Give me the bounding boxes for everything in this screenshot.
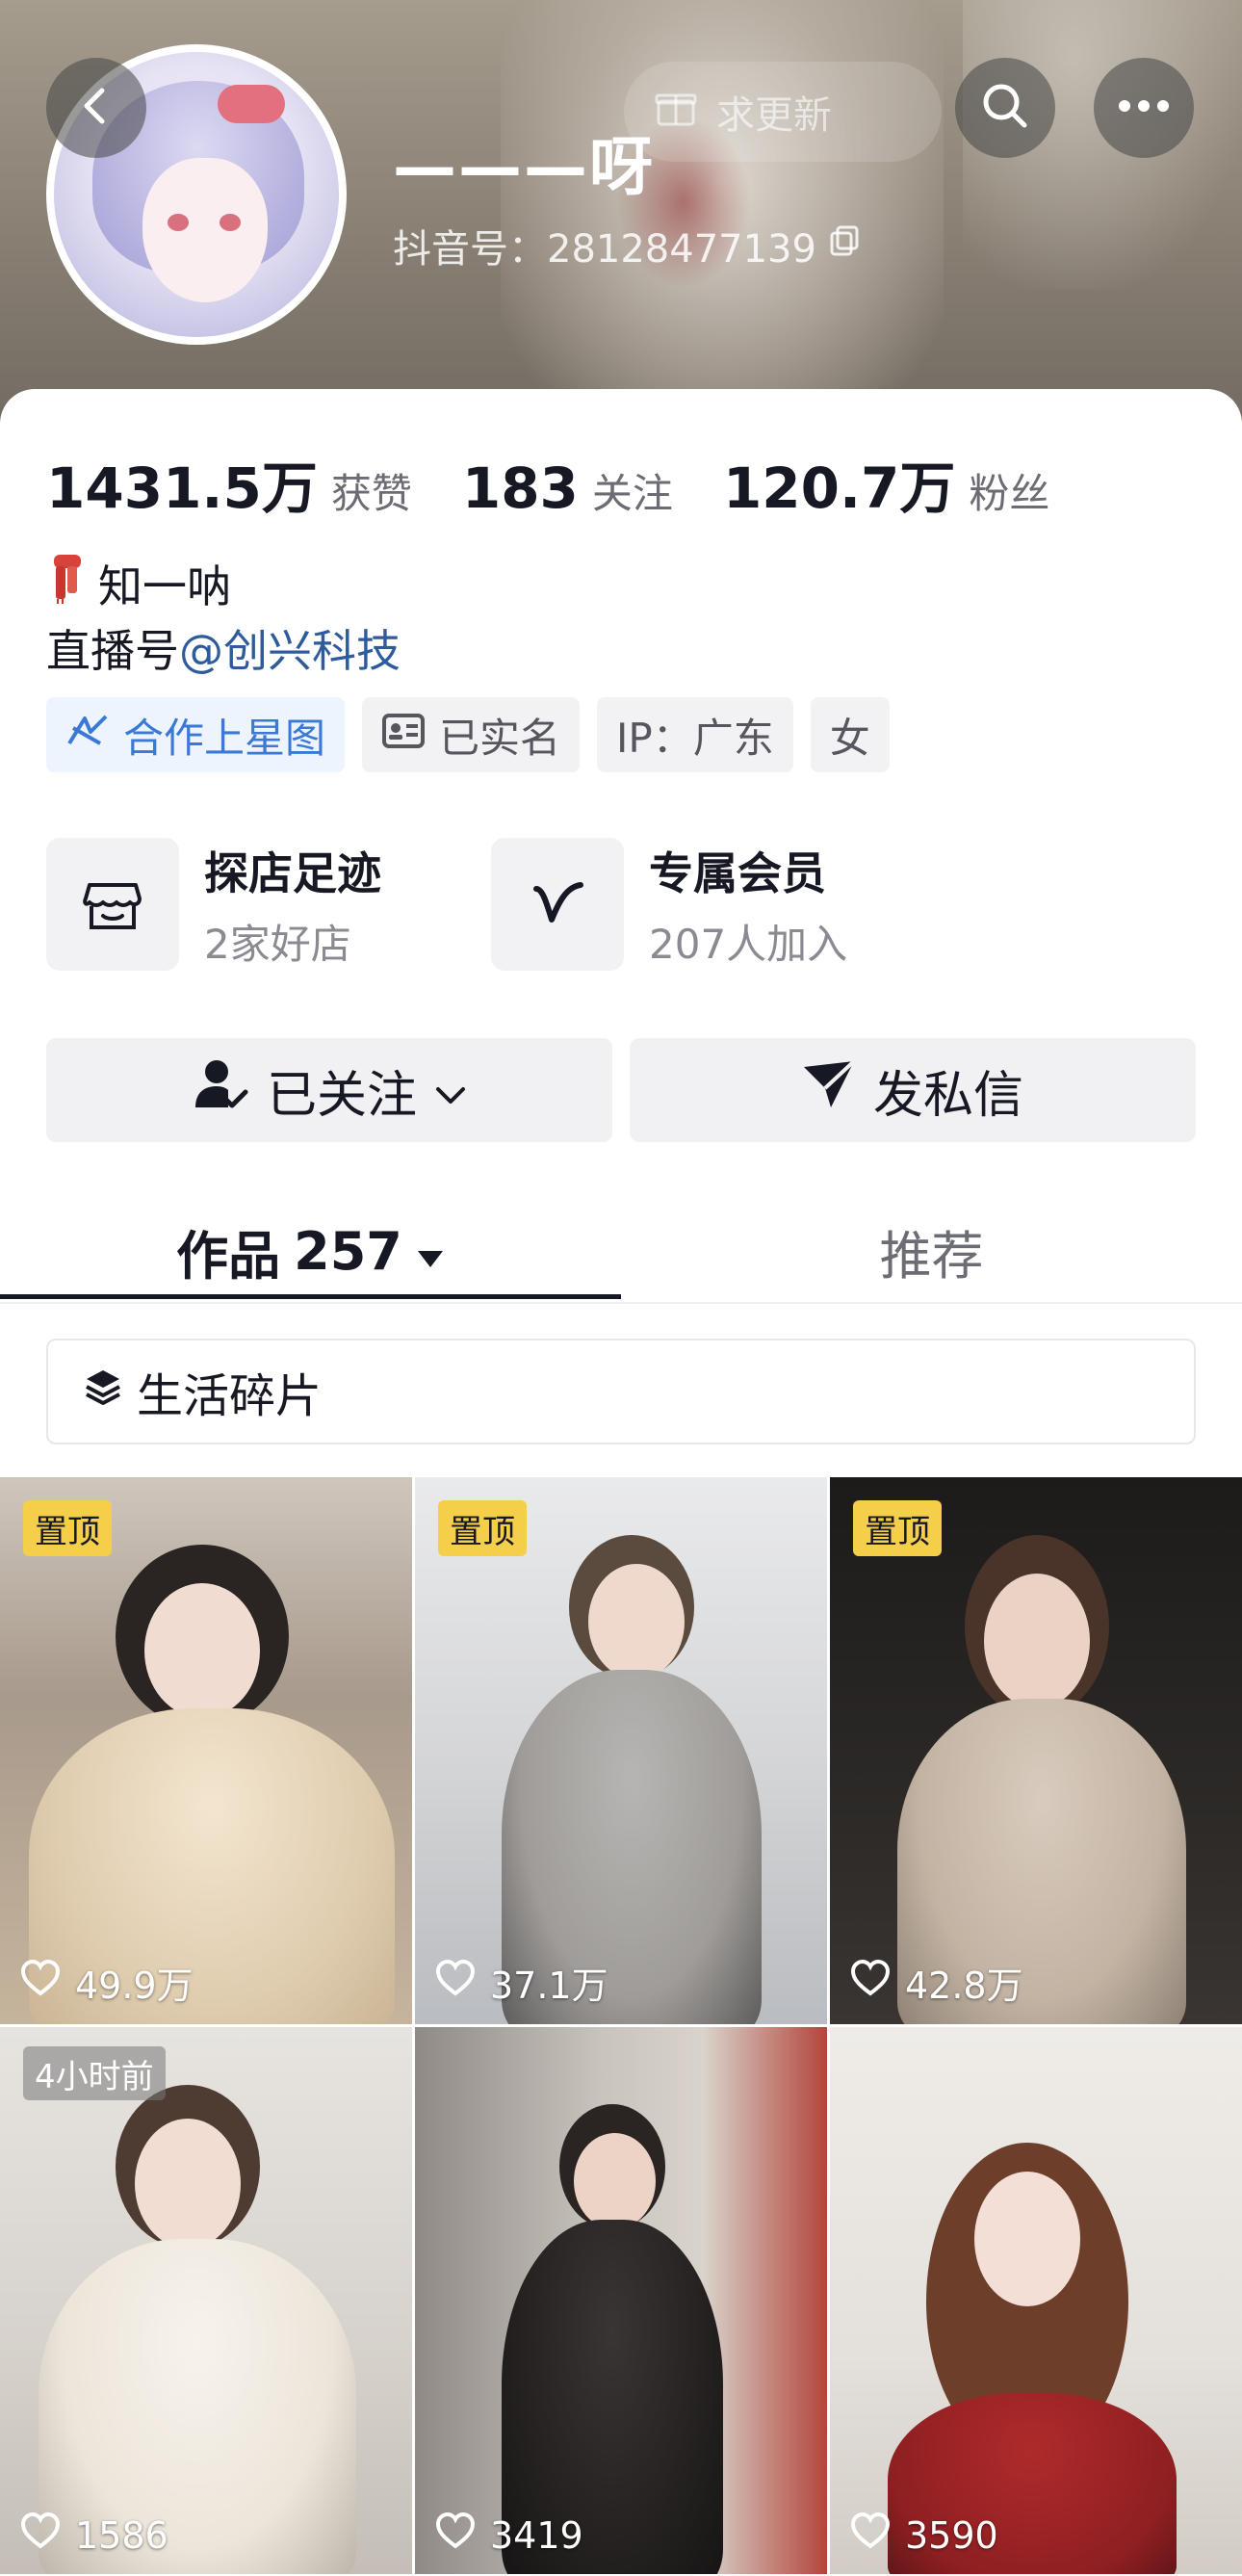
tab-divider <box>0 1302 1242 1304</box>
video-thumbnail[interactable]: 3419 <box>415 2027 827 2574</box>
tag-gender-label: 女 <box>829 714 870 762</box>
video-likes: 3590 <box>849 2511 998 2559</box>
tab-works[interactable]: 作品 257 <box>0 1198 621 1304</box>
time-badge: 4小时前 <box>23 2046 166 2100</box>
tab-recommend[interactable]: 推荐 <box>621 1198 1242 1304</box>
following-count[interactable]: 183 <box>462 455 579 521</box>
stats-row: 1431.5万 获赞 183 关注 120.7万 粉丝 <box>46 443 1100 524</box>
video-thumbnail[interactable]: 置顶 42.8万 <box>830 1477 1242 2024</box>
heart-icon <box>849 1959 892 2006</box>
tag-verified-label: 已实名 <box>439 714 561 762</box>
caret-down-icon[interactable] <box>416 1221 445 1282</box>
service-membership[interactable]: 专属会员 207人加入 <box>491 838 847 971</box>
video-likes-count: 37.1万 <box>490 1965 608 2007</box>
scarf-icon <box>46 551 89 615</box>
bio-line-1: 知一呐 <box>46 551 231 615</box>
video-likes-count: 3590 <box>905 2513 998 2557</box>
tag-ip-label: IP：广东 <box>616 714 774 762</box>
user-check-icon <box>192 1057 249 1124</box>
video-likes: 3419 <box>434 2511 583 2559</box>
tag-verified[interactable]: 已实名 <box>362 697 581 772</box>
live-id-label: 直播号 <box>46 625 179 677</box>
tag-ip-location: IP：广东 <box>597 697 793 772</box>
pinned-badge: 置顶 <box>853 1500 942 1556</box>
followers-count[interactable]: 120.7万 <box>723 443 955 524</box>
service-store-visits[interactable]: 探店足迹 2家好店 <box>46 838 381 971</box>
video-likes: 42.8万 <box>849 1956 1023 2009</box>
search-button[interactable] <box>955 58 1055 158</box>
heart-icon <box>849 2511 892 2559</box>
tag-star-map[interactable]: 合作上星图 <box>46 697 346 772</box>
tags-row: 合作上星图 已实名 IP：广东 女 <box>46 697 890 772</box>
douyin-id: 抖音号：28128477139 <box>393 218 863 273</box>
tab-works-count: 257 <box>294 1220 402 1282</box>
likes-label: 获赞 <box>330 470 412 517</box>
layers-icon <box>83 1365 123 1418</box>
followed-label: 已关注 <box>266 1066 417 1125</box>
tab-recommend-label: 推荐 <box>879 1225 984 1287</box>
video-likes-count: 1586 <box>75 2513 168 2557</box>
vip-icon <box>491 838 624 971</box>
send-message-button[interactable]: 发私信 <box>630 1038 1196 1142</box>
copy-icon[interactable] <box>828 223 863 268</box>
likes-count[interactable]: 1431.5万 <box>46 443 318 524</box>
service-store-subtitle: 2家好店 <box>204 920 351 968</box>
bio-line-2: 直播号@创兴科技 <box>46 616 401 680</box>
chevron-down-icon <box>434 1061 467 1119</box>
video-thumbnail[interactable]: 置顶 37.1万 <box>415 1477 827 2024</box>
collection-label: 生活碎片 <box>137 1369 323 1423</box>
gift-icon <box>653 84 699 140</box>
heart-icon <box>434 1959 477 2006</box>
store-icon <box>46 838 179 971</box>
id-card-icon <box>381 712 426 759</box>
send-message-label: 发私信 <box>872 1066 1023 1125</box>
douyin-id-text: 抖音号：28128477139 <box>393 227 816 272</box>
back-button[interactable] <box>46 58 146 158</box>
video-likes: 1586 <box>19 2511 168 2559</box>
bio-text: 知一呐 <box>98 559 231 612</box>
more-button[interactable] <box>1094 58 1194 158</box>
heart-icon <box>19 1959 62 2006</box>
star-map-icon <box>65 711 110 759</box>
nickname: ———呀 <box>393 130 655 204</box>
service-membership-title: 专属会员 <box>649 846 826 899</box>
pinned-badge: 置顶 <box>23 1500 112 1556</box>
request-update-button[interactable]: 求更新 <box>624 62 942 162</box>
tag-gender: 女 <box>810 697 890 772</box>
service-membership-subtitle: 207人加入 <box>649 920 848 968</box>
video-likes-count: 49.9万 <box>75 1965 194 2007</box>
heart-icon <box>19 2511 62 2559</box>
service-store-title: 探店足迹 <box>204 846 381 899</box>
request-update-label: 求更新 <box>716 93 832 138</box>
send-icon <box>802 1059 856 1122</box>
back-arrow-icon <box>75 85 117 131</box>
live-account-link[interactable]: @创兴科技 <box>179 625 401 677</box>
video-likes-count: 42.8万 <box>905 1965 1023 2007</box>
video-thumbnail[interactable]: 4小时前 1586 <box>0 2027 412 2574</box>
tab-works-label: 作品 <box>176 1225 281 1287</box>
more-dots-icon <box>1117 98 1171 117</box>
video-thumbnail[interactable]: 3590 <box>830 2027 1242 2574</box>
active-tab-indicator <box>0 1294 621 1299</box>
collection-button[interactable]: 生活碎片 <box>46 1339 1196 1444</box>
search-icon <box>980 81 1030 135</box>
video-likes-count: 3419 <box>490 2513 583 2557</box>
tag-star-map-label: 合作上星图 <box>123 714 326 762</box>
video-thumbnail[interactable]: 置顶 49.9万 <box>0 1477 412 2024</box>
following-label: 关注 <box>591 470 673 517</box>
video-likes: 37.1万 <box>434 1956 608 2009</box>
pinned-badge: 置顶 <box>438 1500 527 1556</box>
heart-icon <box>434 2511 477 2559</box>
followed-button[interactable]: 已关注 <box>46 1038 612 1142</box>
followers-label: 粉丝 <box>969 470 1050 517</box>
video-likes: 49.9万 <box>19 1956 194 2009</box>
